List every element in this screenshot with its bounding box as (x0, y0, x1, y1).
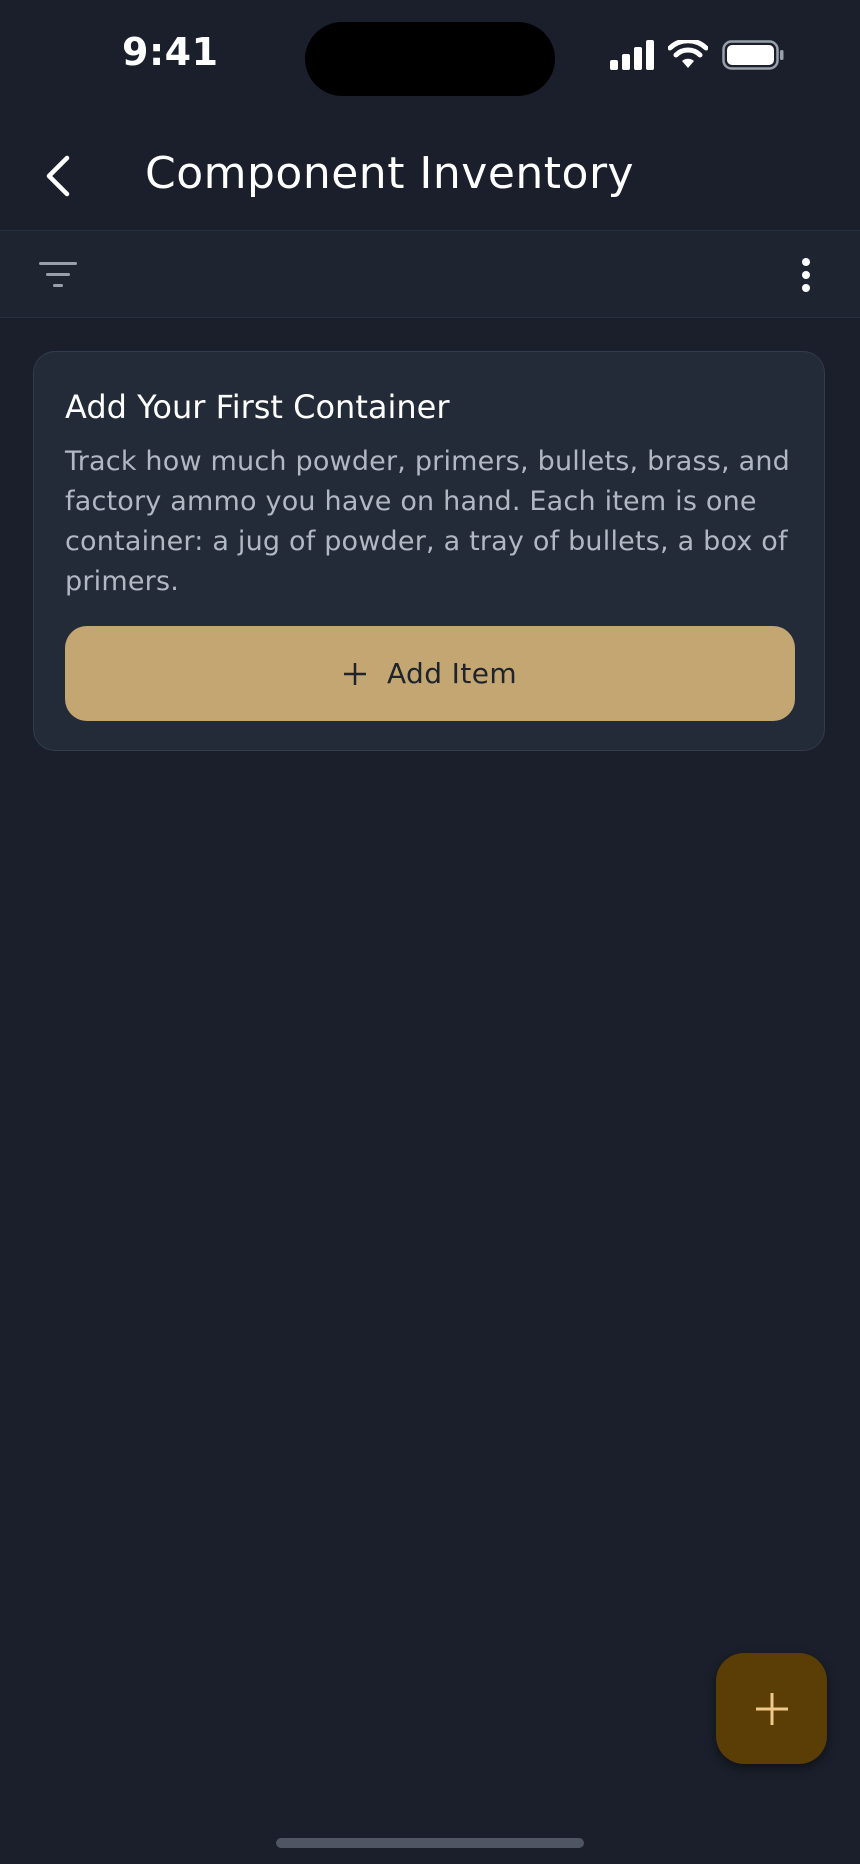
empty-state-card: Add Your First Container Track how much … (33, 351, 825, 751)
more-options-button[interactable] (778, 247, 834, 303)
card-title: Add Your First Container (65, 388, 450, 426)
add-item-label: Add Item (386, 657, 518, 690)
card-description: Track how much powder, primers, bullets,… (65, 446, 790, 597)
filter-icon (39, 262, 77, 287)
inventory-screen: 9:41 Component Inventory Add Your First … (0, 0, 860, 1864)
battery-icon (722, 40, 784, 70)
app-bar: Component Inventory (0, 120, 860, 230)
floating-add-button[interactable] (716, 1653, 827, 1764)
plus-icon (343, 662, 366, 685)
wifi-icon (668, 40, 708, 68)
page-title: Component Inventory (145, 148, 635, 199)
home-indicator (276, 1838, 584, 1848)
more-vertical-icon (802, 258, 810, 292)
add-item-button[interactable]: Add Item (65, 626, 795, 721)
status-icons (610, 40, 784, 70)
chevron-left-icon (46, 155, 70, 197)
plus-icon (755, 1692, 788, 1725)
filter-button[interactable] (30, 247, 86, 303)
signal-icon (610, 40, 654, 70)
status-time: 9:41 (122, 30, 219, 74)
toolbar (0, 230, 860, 318)
dynamic-island (305, 22, 555, 96)
back-button[interactable] (28, 146, 88, 206)
status-bar: 9:41 (0, 0, 860, 110)
